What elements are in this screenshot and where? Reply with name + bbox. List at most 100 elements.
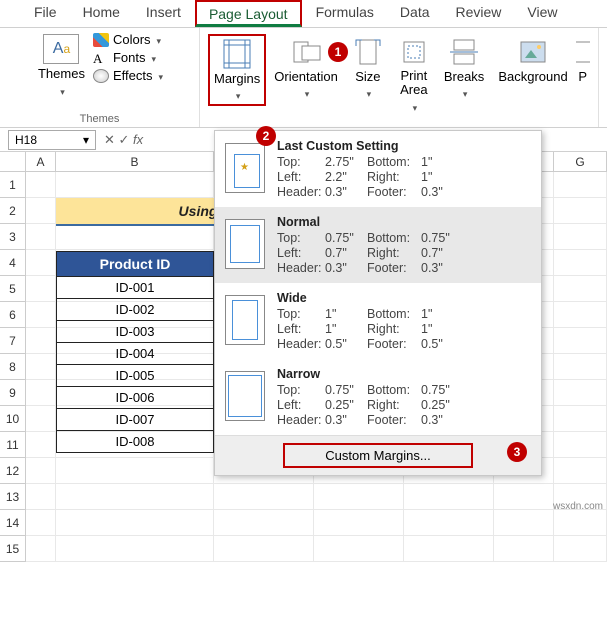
cell[interactable]: [554, 224, 607, 250]
cell[interactable]: [314, 510, 404, 536]
row-header[interactable]: 6: [0, 302, 26, 328]
col-header-b[interactable]: B: [56, 152, 214, 171]
select-all-corner[interactable]: [0, 152, 26, 171]
fx-buttons[interactable]: ✕ ✓ fx: [96, 132, 151, 148]
fonts-button[interactable]: Fonts: [93, 50, 163, 65]
cell[interactable]: [26, 432, 56, 458]
row-header[interactable]: 11: [0, 432, 26, 458]
table-cell[interactable]: ID-008: [57, 431, 214, 453]
cell[interactable]: [26, 380, 56, 406]
cell[interactable]: [26, 224, 56, 250]
cell[interactable]: [26, 406, 56, 432]
col-header-g[interactable]: G: [554, 152, 607, 171]
margins-preset-narrow[interactable]: Narrow Top:0.75"Bottom:0.75" Left:0.25"R…: [215, 359, 541, 435]
row-header[interactable]: 4: [0, 250, 26, 276]
table-cell[interactable]: ID-007: [57, 409, 214, 431]
cell[interactable]: [26, 250, 56, 276]
cell[interactable]: [554, 276, 607, 302]
grid-row[interactable]: 14: [0, 510, 607, 536]
custom-margins-item[interactable]: Custom Margins... 3: [215, 435, 541, 475]
cell[interactable]: [554, 406, 607, 432]
cell[interactable]: [554, 354, 607, 380]
tab-review[interactable]: Review: [444, 0, 514, 27]
cell[interactable]: [26, 172, 56, 198]
print-titles-button[interactable]: P: [576, 34, 590, 86]
cell[interactable]: [214, 484, 314, 510]
row-header[interactable]: 14: [0, 510, 26, 536]
col-header-a[interactable]: A: [26, 152, 56, 171]
row-header[interactable]: 12: [0, 458, 26, 484]
cell[interactable]: [554, 328, 607, 354]
cell[interactable]: [26, 328, 56, 354]
cell[interactable]: [554, 536, 607, 562]
cell[interactable]: [314, 484, 404, 510]
cell[interactable]: [314, 536, 404, 562]
tab-data[interactable]: Data: [388, 0, 442, 27]
row-header[interactable]: 13: [0, 484, 26, 510]
breaks-button[interactable]: Breaks: [438, 34, 490, 102]
tab-insert[interactable]: Insert: [134, 0, 193, 27]
cell[interactable]: [26, 276, 56, 302]
cell[interactable]: [26, 484, 56, 510]
cell[interactable]: [404, 510, 494, 536]
cell[interactable]: [554, 172, 607, 198]
row-header[interactable]: 1: [0, 172, 26, 198]
cell[interactable]: [56, 458, 214, 484]
tab-page-layout[interactable]: Page Layout: [195, 0, 302, 27]
name-box[interactable]: H18▾: [8, 130, 96, 150]
margins-preset-wide[interactable]: Wide Top:1"Bottom:1" Left:1"Right:1" Hea…: [215, 283, 541, 359]
row-header[interactable]: 8: [0, 354, 26, 380]
cell[interactable]: [26, 458, 56, 484]
cell[interactable]: [554, 198, 607, 224]
cell[interactable]: [56, 484, 214, 510]
table-cell[interactable]: ID-002: [57, 299, 214, 321]
effects-button[interactable]: Effects: [93, 68, 163, 83]
cell[interactable]: [494, 536, 554, 562]
ribbon: Aa Themes Colors Fonts Effects Themes Ma…: [0, 28, 607, 128]
row-header[interactable]: 10: [0, 406, 26, 432]
row-header[interactable]: 5: [0, 276, 26, 302]
size-button[interactable]: Size: [346, 34, 390, 102]
grid-row[interactable]: 13: [0, 484, 607, 510]
table-cell[interactable]: ID-005: [57, 365, 214, 387]
cell[interactable]: [56, 510, 214, 536]
margins-button[interactable]: Margins: [208, 34, 266, 106]
grid-row[interactable]: 15: [0, 536, 607, 562]
cell[interactable]: [214, 536, 314, 562]
print-area-button[interactable]: Print Area: [392, 34, 436, 116]
cell[interactable]: [494, 484, 554, 510]
cell[interactable]: [494, 510, 554, 536]
cell[interactable]: [554, 432, 607, 458]
cell[interactable]: [554, 250, 607, 276]
tab-file[interactable]: File: [22, 0, 69, 27]
background-button[interactable]: Background: [492, 34, 573, 86]
cell[interactable]: [554, 510, 607, 536]
row-header[interactable]: 9: [0, 380, 26, 406]
themes-button[interactable]: Aa Themes: [36, 32, 87, 100]
cell[interactable]: [26, 536, 56, 562]
cell[interactable]: [214, 510, 314, 536]
cell[interactable]: [554, 458, 607, 484]
cell[interactable]: [26, 198, 56, 224]
margins-preset-normal[interactable]: Normal Top:0.75"Bottom:0.75" Left:0.7"Ri…: [215, 207, 541, 283]
cell[interactable]: [404, 484, 494, 510]
cell[interactable]: [26, 510, 56, 536]
cell[interactable]: [26, 302, 56, 328]
table-cell[interactable]: ID-006: [57, 387, 214, 409]
row-header[interactable]: 7: [0, 328, 26, 354]
table-cell[interactable]: ID-001: [57, 277, 214, 299]
row-header[interactable]: 15: [0, 536, 26, 562]
tab-formulas[interactable]: Formulas: [304, 0, 386, 27]
row-header[interactable]: 2: [0, 198, 26, 224]
cell[interactable]: [404, 536, 494, 562]
tab-home[interactable]: Home: [71, 0, 132, 27]
cell[interactable]: [554, 302, 607, 328]
row-header[interactable]: 3: [0, 224, 26, 250]
cell[interactable]: [56, 536, 214, 562]
tab-view[interactable]: View: [515, 0, 569, 27]
colors-button[interactable]: Colors: [93, 32, 163, 47]
cell[interactable]: [26, 354, 56, 380]
table-cell[interactable]: ID-003: [57, 321, 214, 343]
table-cell[interactable]: ID-004: [57, 343, 214, 365]
cell[interactable]: [554, 380, 607, 406]
